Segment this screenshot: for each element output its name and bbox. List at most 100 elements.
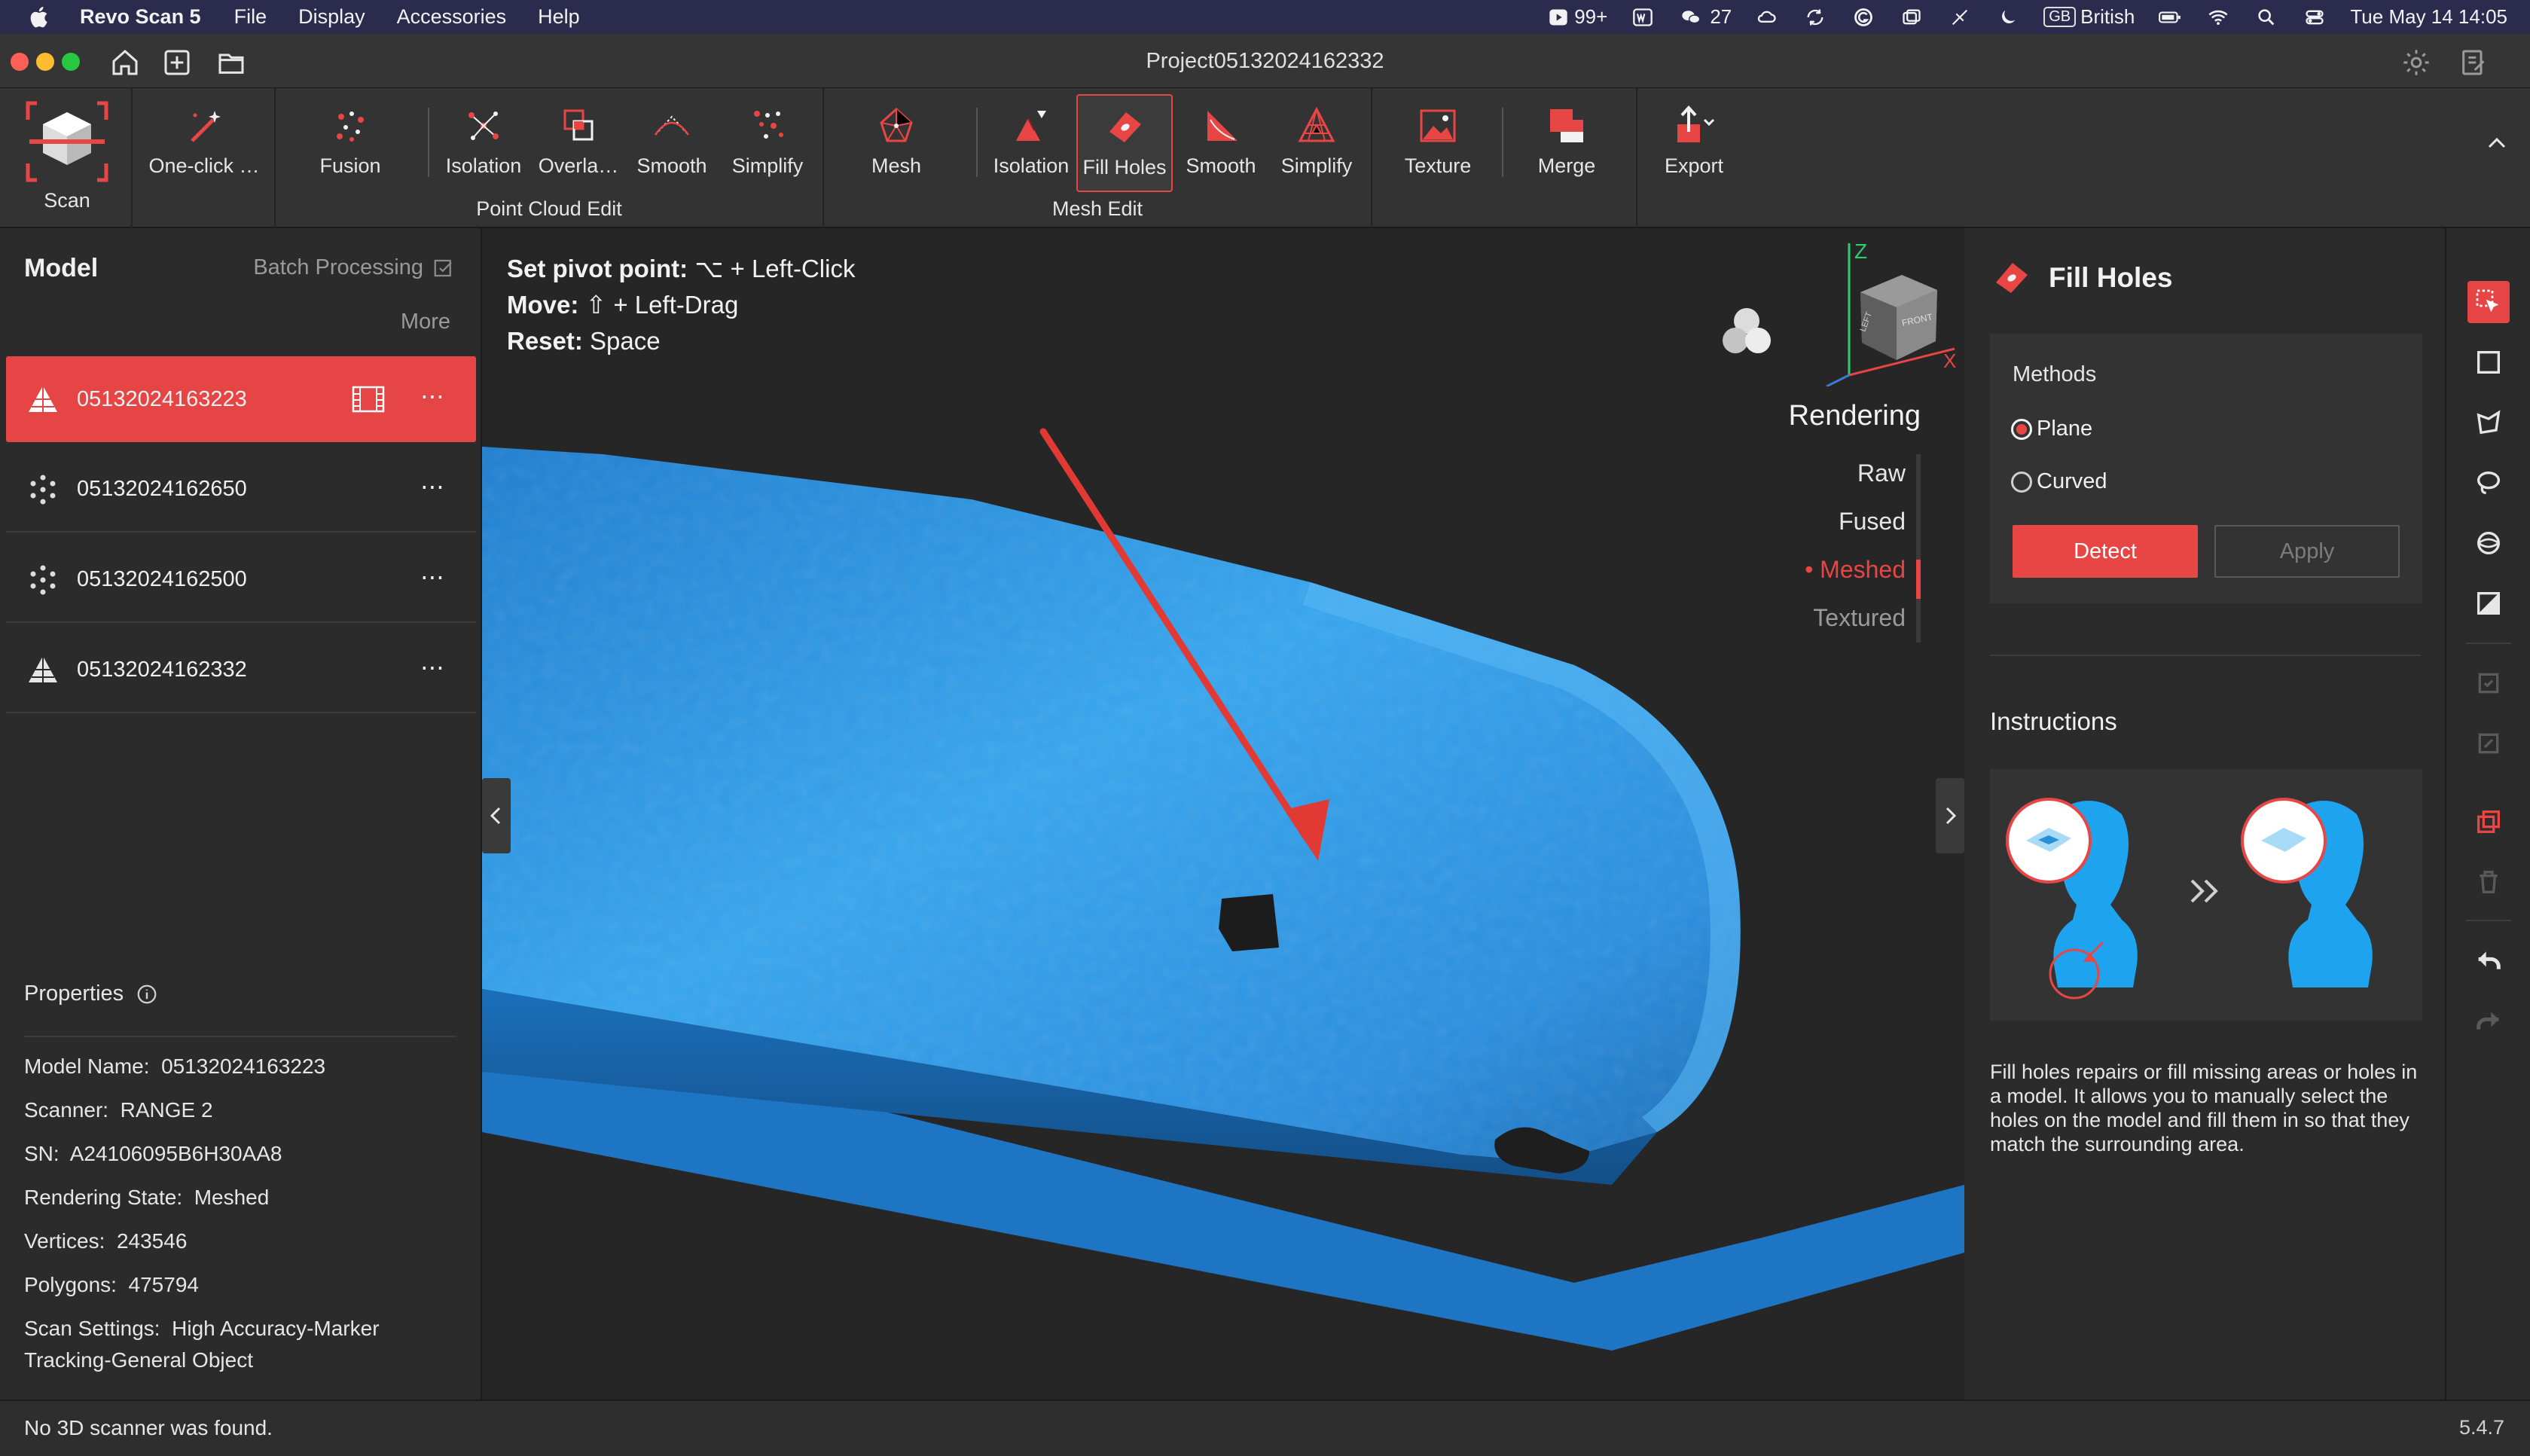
fusion-dots-icon (329, 105, 371, 147)
select-connected-tool[interactable] (2467, 662, 2510, 704)
merge-icon (1546, 105, 1588, 147)
3d-viewport[interactable]: Set pivot point: ⌥ + Left-Click Move: ⇧ … (482, 228, 1964, 1400)
model-more-options-button[interactable]: ⋯ (420, 472, 446, 501)
battery-icon[interactable] (2157, 6, 2183, 29)
undo-button[interactable] (2467, 939, 2510, 981)
fusion-button[interactable]: Fusion (309, 94, 392, 192)
model-more-options-button[interactable]: ⋯ (420, 382, 446, 411)
collapse-toolbar-chevron-icon[interactable] (2482, 127, 2512, 157)
mesh-button[interactable]: Mesh (857, 94, 935, 192)
chevron-right-icon (1946, 807, 1957, 825)
method-curved-radio[interactable]: Curved (2011, 469, 2107, 494)
pc-simplify-button[interactable]: Simplify (719, 94, 816, 192)
rendering-option-raw[interactable]: Raw (1789, 449, 1921, 497)
hint-key: Set pivot point: (507, 255, 688, 282)
shading-mode-icon[interactable] (1717, 303, 1776, 362)
rendering-option-textured[interactable]: Textured (1789, 594, 1921, 642)
merge-button[interactable]: Merge (1518, 94, 1615, 192)
window-switcher-icon[interactable] (1899, 6, 1924, 29)
grammarly-icon[interactable] (1851, 6, 1876, 29)
model-row[interactable]: 05132024162650 ⋯ (6, 447, 476, 533)
rendering-selection-indicator (1916, 560, 1921, 599)
mesh-isolation-button[interactable]: Isolation (984, 94, 1079, 192)
mesh-edit-label: Mesh Edit (1051, 197, 1143, 220)
prop-value: A24106095B6H30AA8 (69, 1142, 282, 1165)
mesh-smooth-icon (1200, 105, 1242, 147)
menu-file[interactable]: File (234, 5, 267, 29)
pc-isolation-button[interactable]: Isolation (435, 94, 532, 192)
scan-group: Scan (0, 88, 133, 228)
sync-icon[interactable] (1802, 6, 1828, 29)
polygon-select-icon (2477, 410, 2501, 435)
redo-button[interactable] (2467, 1000, 2510, 1042)
cloud-icon[interactable] (1754, 6, 1780, 29)
rectangle-select-tool[interactable] (2467, 341, 2510, 383)
apply-button[interactable]: Apply (2214, 525, 2400, 578)
menubar-clock[interactable]: Tue May 14 14:05 (2350, 5, 2507, 29)
instructions-illustration (1990, 769, 2422, 1021)
collapse-left-panel-button[interactable] (482, 778, 511, 853)
more-link[interactable]: More (401, 310, 450, 334)
method-plane-radio[interactable]: Plane (2011, 417, 2092, 441)
mesh-model-render[interactable] (482, 228, 1964, 1400)
detect-button[interactable]: Detect (2013, 525, 2198, 578)
wechat-status-item[interactable]: 27 (1678, 5, 1732, 29)
collapse-right-panel-button[interactable] (1936, 778, 1964, 853)
lasso-select-tool[interactable] (2467, 462, 2510, 504)
polygon-select-tool[interactable] (2467, 401, 2510, 444)
pc-smooth-button[interactable]: Smooth (625, 94, 719, 192)
moon-icon[interactable] (1995, 6, 2021, 29)
menu-help[interactable]: Help (538, 5, 580, 29)
apple-logo-icon[interactable] (27, 5, 53, 30)
export-button[interactable]: Export (1645, 94, 1743, 192)
menu-display[interactable]: Display (298, 5, 365, 29)
notification-status-item[interactable]: 99+ (1546, 5, 1607, 29)
mesh-smooth-button[interactable]: Smooth (1173, 94, 1268, 192)
mesh-simplify-button[interactable]: Simplify (1268, 94, 1365, 192)
control-center-icon[interactable] (2302, 6, 2327, 29)
chevron-left-icon (490, 807, 501, 825)
oneclick-button[interactable]: One-click … (143, 94, 265, 192)
menubar-app-name[interactable]: Revo Scan 5 (80, 5, 201, 29)
model-row-selected[interactable]: 05132024163223 ⋯ (6, 356, 476, 442)
point-cloud-model-icon (30, 565, 56, 595)
delete-tool[interactable] (2467, 861, 2510, 903)
invert-select-tool[interactable] (2467, 582, 2510, 624)
wechat-icon (1678, 6, 1704, 29)
view-cube[interactable]: Z X FRONT LEFT (1815, 236, 1962, 386)
wifi-icon[interactable] (2205, 6, 2231, 29)
settings-gear-icon[interactable] (2401, 47, 2431, 78)
deselect-tool[interactable] (2467, 722, 2510, 765)
model-more-options-button[interactable]: ⋯ (420, 563, 446, 591)
texture-button[interactable]: Texture (1387, 94, 1488, 192)
select-connected-icon (2478, 673, 2499, 694)
model-more-options-button[interactable]: ⋯ (420, 653, 446, 682)
model-row[interactable]: 05132024162500 ⋯ (6, 537, 476, 623)
fill-holes-icon (1103, 106, 1146, 148)
overlap-icon (557, 105, 600, 147)
fill-holes-button[interactable]: Fill Holes (1076, 94, 1173, 192)
rendering-option-meshed[interactable]: • Meshed (1789, 545, 1921, 594)
film-icon[interactable] (351, 385, 386, 414)
prop-value: RANGE 2 (120, 1098, 213, 1122)
reverse-selection-tool[interactable] (2467, 801, 2510, 843)
prop-label: SN: (24, 1142, 60, 1165)
rendering-menu: Rendering Raw Fused • Meshed Textured (1789, 400, 1921, 642)
prop-label: Vertices: (24, 1229, 105, 1253)
info-icon[interactable] (136, 983, 158, 1006)
oneclick-label: One-click … (148, 154, 260, 177)
model-row[interactable]: 05132024162332 ⋯ (6, 627, 476, 713)
prop-vertices: Vertices: 243546 (24, 1226, 446, 1257)
pc-overlap-button[interactable]: Overla… (532, 94, 625, 192)
pen-off-icon[interactable] (1947, 6, 1973, 29)
notes-edit-icon[interactable] (2458, 47, 2489, 78)
spotlight-search-icon[interactable] (2254, 6, 2279, 29)
rendering-option-fused[interactable]: Fused (1789, 497, 1921, 545)
brush-select-tool[interactable] (2467, 522, 2510, 564)
wps-icon[interactable] (1630, 6, 1656, 29)
input-source-item[interactable]: GB British (2043, 5, 2135, 29)
scan-button[interactable]: Scan (11, 96, 124, 224)
menu-accessories[interactable]: Accessories (397, 5, 507, 29)
batch-processing-button[interactable]: Batch Processing (253, 255, 455, 280)
pointer-select-tool[interactable] (2467, 281, 2510, 323)
